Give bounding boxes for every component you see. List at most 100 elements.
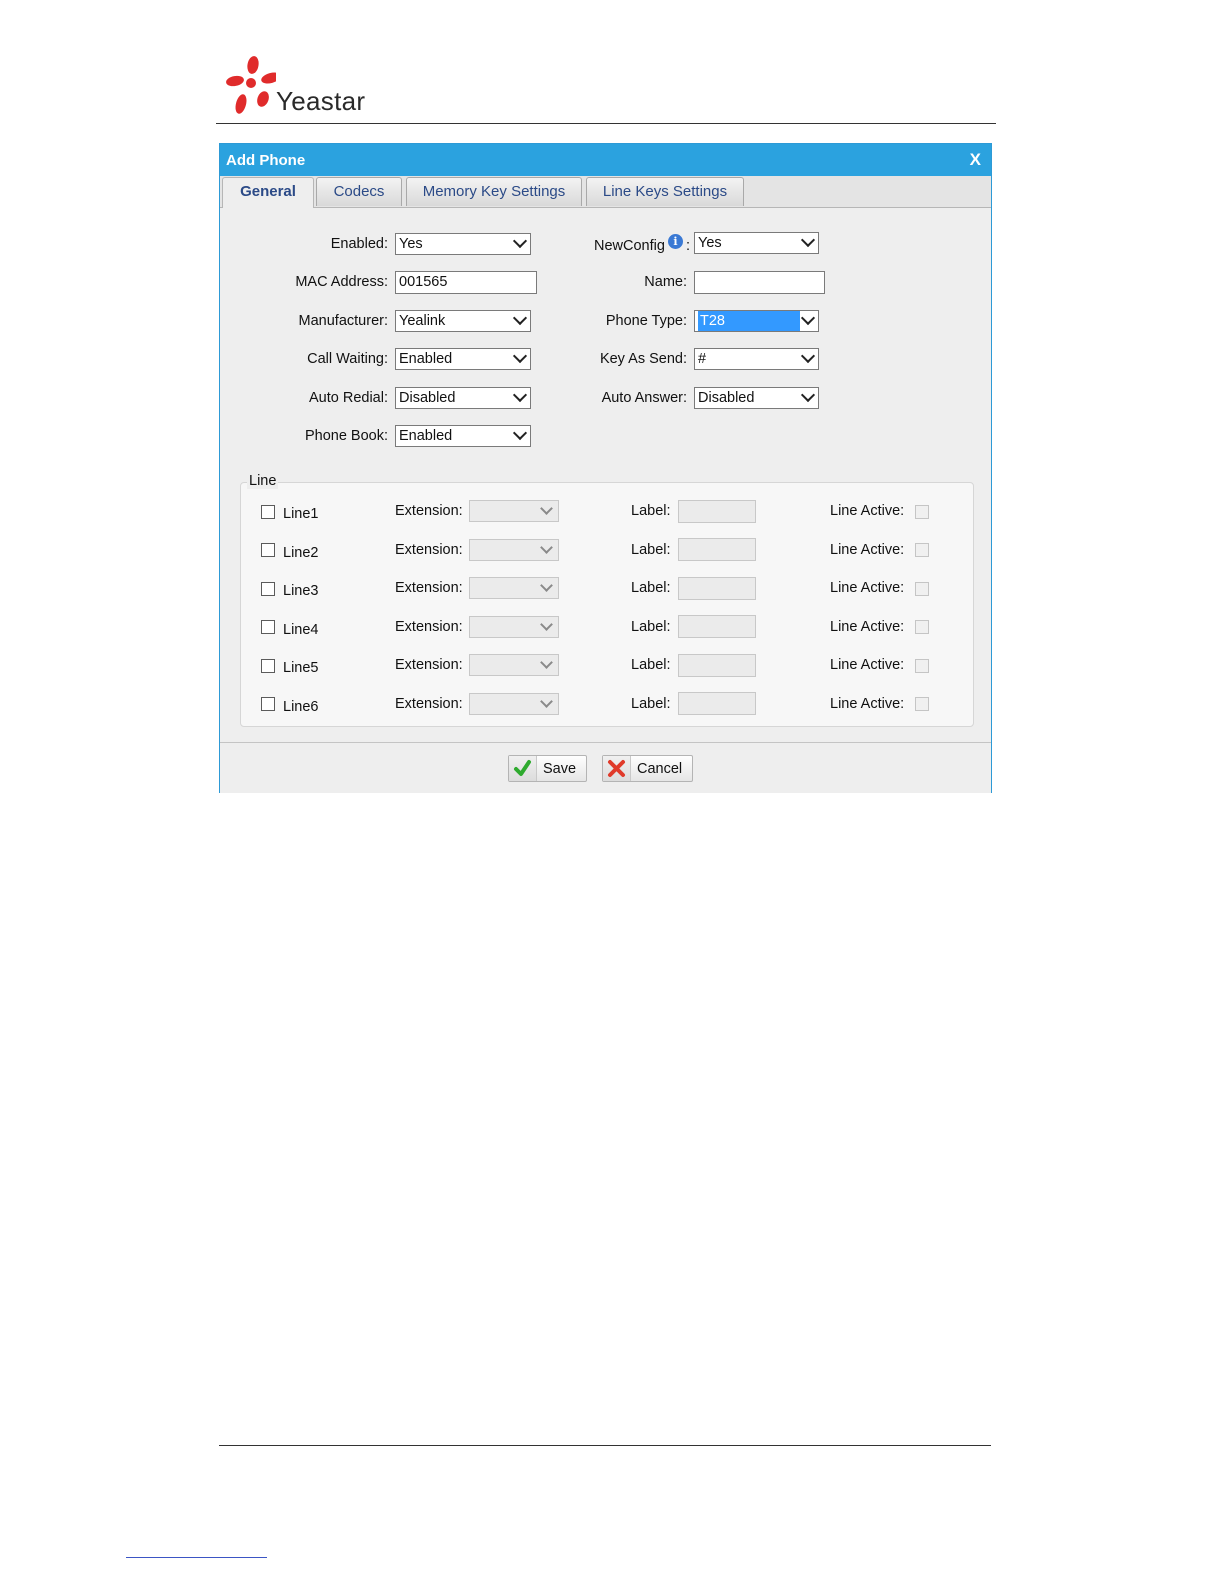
line4-label: Line4 — [283, 622, 319, 638]
header-divider — [216, 123, 996, 124]
enabled-label: Enabled: — [330, 236, 388, 252]
key-as-send-value: # — [698, 351, 707, 367]
call-waiting-value: Enabled — [399, 351, 453, 367]
line-active-label: Line Active: — [830, 657, 905, 673]
footer-link-underline — [126, 1557, 267, 1558]
phone-book-select[interactable]: Enabled — [395, 425, 531, 447]
line5-active-checkbox[interactable] — [915, 659, 929, 673]
manufacturer-value: Yealink — [399, 313, 446, 329]
chevron-down-icon — [800, 310, 816, 326]
line-active-label: Line Active: — [830, 542, 905, 558]
line6-checkbox[interactable] — [261, 697, 275, 711]
newconfig-label: NewConfig — [594, 238, 665, 254]
manufacturer-select[interactable]: Yealink — [395, 310, 531, 332]
line6-extension-select[interactable] — [469, 693, 559, 715]
tab-memory-key-settings[interactable]: Memory Key Settings — [406, 177, 582, 206]
chevron-down-icon — [540, 579, 553, 592]
line1-label-input[interactable] — [678, 500, 756, 523]
phone-book-value: Enabled — [399, 428, 453, 444]
dialog-footer: Save Cancel — [220, 742, 991, 793]
newconfig-select[interactable]: Yes — [694, 232, 819, 254]
chevron-down-icon — [540, 695, 553, 708]
newconfig-colon: : — [686, 238, 691, 254]
line5-checkbox[interactable] — [261, 659, 275, 673]
dialog-titlebar: Add Phone X — [220, 144, 991, 176]
line-legend: Line — [247, 473, 279, 489]
auto-answer-select[interactable]: Disabled — [694, 387, 819, 409]
auto-answer-label: Auto Answer: — [601, 390, 687, 406]
tab-codecs[interactable]: Codecs — [316, 177, 402, 206]
label-label: Label: — [631, 503, 671, 519]
tab-bar: General Codecs Memory Key Settings Line … — [220, 176, 991, 208]
call-waiting-select[interactable]: Enabled — [395, 348, 531, 370]
tab-line-keys-settings[interactable]: Line Keys Settings — [586, 177, 744, 206]
mac-address-input[interactable]: 001565 — [395, 271, 537, 294]
line2-label: Line2 — [283, 545, 319, 561]
save-button[interactable]: Save — [508, 755, 587, 782]
general-panel: Enabled: Yes MAC Address: 001565 Manufac… — [220, 208, 991, 742]
line4-active-checkbox[interactable] — [915, 620, 929, 634]
line1-label: Line1 — [283, 506, 319, 522]
tab-general[interactable]: General — [222, 177, 314, 208]
chevron-down-icon — [512, 233, 528, 249]
line6-label-input[interactable] — [678, 692, 756, 715]
auto-redial-label: Auto Redial: — [309, 390, 388, 406]
yeastar-logo-icon — [226, 56, 276, 114]
line3-checkbox[interactable] — [261, 582, 275, 596]
line6-label: Line6 — [283, 699, 319, 715]
line1-active-checkbox[interactable] — [915, 505, 929, 519]
line3-label: Line3 — [283, 583, 319, 599]
chevron-down-icon — [512, 425, 528, 441]
line1-checkbox[interactable] — [261, 505, 275, 519]
line2-label-input[interactable] — [678, 538, 756, 561]
phone-type-select[interactable]: T28 — [694, 310, 819, 332]
add-phone-dialog: Add Phone X General Codecs Memory Key Se… — [219, 143, 992, 793]
label-label: Label: — [631, 696, 671, 712]
manufacturer-label: Manufacturer: — [298, 313, 388, 329]
info-icon[interactable]: i — [668, 234, 683, 249]
line6-active-checkbox[interactable] — [915, 697, 929, 711]
dialog-title: Add Phone — [226, 152, 306, 169]
chevron-down-icon — [800, 232, 816, 248]
extension-label: Extension: — [395, 503, 463, 519]
extension-label: Extension: — [395, 580, 463, 596]
line3-label-input[interactable] — [678, 577, 756, 600]
line5-label: Line5 — [283, 660, 319, 676]
enabled-select[interactable]: Yes — [395, 233, 531, 255]
line3-extension-select[interactable] — [469, 577, 559, 599]
close-icon[interactable]: X — [970, 150, 981, 170]
line5-label-input[interactable] — [678, 654, 756, 677]
yeastar-logo: Yeastar — [224, 52, 374, 124]
cancel-button[interactable]: Cancel — [602, 755, 693, 782]
chevron-down-icon — [512, 348, 528, 364]
line4-extension-select[interactable] — [469, 616, 559, 638]
auto-redial-select[interactable]: Disabled — [395, 387, 531, 409]
chevron-down-icon — [540, 541, 553, 554]
line3-active-checkbox[interactable] — [915, 582, 929, 596]
chevron-down-icon — [800, 348, 816, 364]
extension-label: Extension: — [395, 696, 463, 712]
auto-answer-value: Disabled — [698, 390, 755, 406]
key-as-send-select[interactable]: # — [694, 348, 819, 370]
line2-active-checkbox[interactable] — [915, 543, 929, 557]
name-input[interactable] — [694, 271, 825, 294]
save-button-label: Save — [543, 761, 577, 777]
call-waiting-label: Call Waiting: — [307, 351, 388, 367]
footer-divider — [219, 1445, 991, 1446]
line5-extension-select[interactable] — [469, 654, 559, 676]
extension-label: Extension: — [395, 619, 463, 635]
extension-label: Extension: — [395, 657, 463, 673]
auto-redial-value: Disabled — [399, 390, 456, 406]
line4-checkbox[interactable] — [261, 620, 275, 634]
chevron-down-icon — [512, 387, 528, 403]
chevron-down-icon — [540, 656, 553, 669]
line-active-label: Line Active: — [830, 696, 905, 712]
line1-extension-select[interactable] — [469, 500, 559, 522]
line2-checkbox[interactable] — [261, 543, 275, 557]
brand-name: Yeastar — [276, 86, 366, 116]
line-active-label: Line Active: — [830, 580, 905, 596]
line2-extension-select[interactable] — [469, 539, 559, 561]
extension-label: Extension: — [395, 542, 463, 558]
line4-label-input[interactable] — [678, 615, 756, 638]
line-active-label: Line Active: — [830, 503, 905, 519]
